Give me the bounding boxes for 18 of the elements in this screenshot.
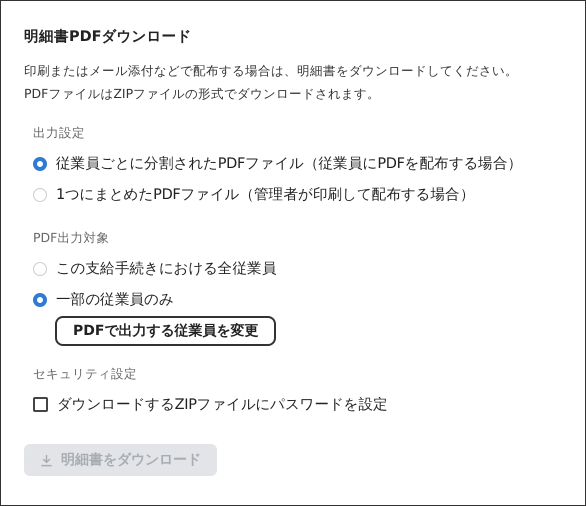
option-label[interactable]: この支給手続きにおける全従業員 [56,259,277,278]
download-icon [40,454,53,466]
option-label[interactable]: 1つにまとめたPDFファイル（管理者が印刷して配布する場合） [56,185,474,204]
description-text: 印刷またはメール添付などで配布する場合は、明細書をダウンロードしてください。 [24,62,518,80]
change-employees-button[interactable]: PDFで出力する従業員を変更 [55,316,276,346]
radio-button[interactable] [33,156,47,170]
option-label[interactable]: 従業員ごとに分割されたPDFファイル（従業員にPDFを配布する場合） [56,154,522,173]
radio-button[interactable] [33,292,47,306]
section-label: 出力設定 [33,125,85,142]
section-label: PDF出力対象 [33,230,110,247]
section-label: セキュリティ設定 [33,366,137,383]
option-label[interactable]: ダウンロードするZIPファイルにパスワードを設定 [57,395,388,414]
description-text: PDFファイルはZIPファイルの形式でダウンロードされます。 [24,85,382,103]
checkbox[interactable] [33,397,48,412]
option-label[interactable]: 一部の従業員のみ [56,290,174,309]
radio-button[interactable] [33,262,47,276]
dialog-title: 明細書PDFダウンロード [24,28,192,46]
radio-button[interactable] [33,188,47,202]
